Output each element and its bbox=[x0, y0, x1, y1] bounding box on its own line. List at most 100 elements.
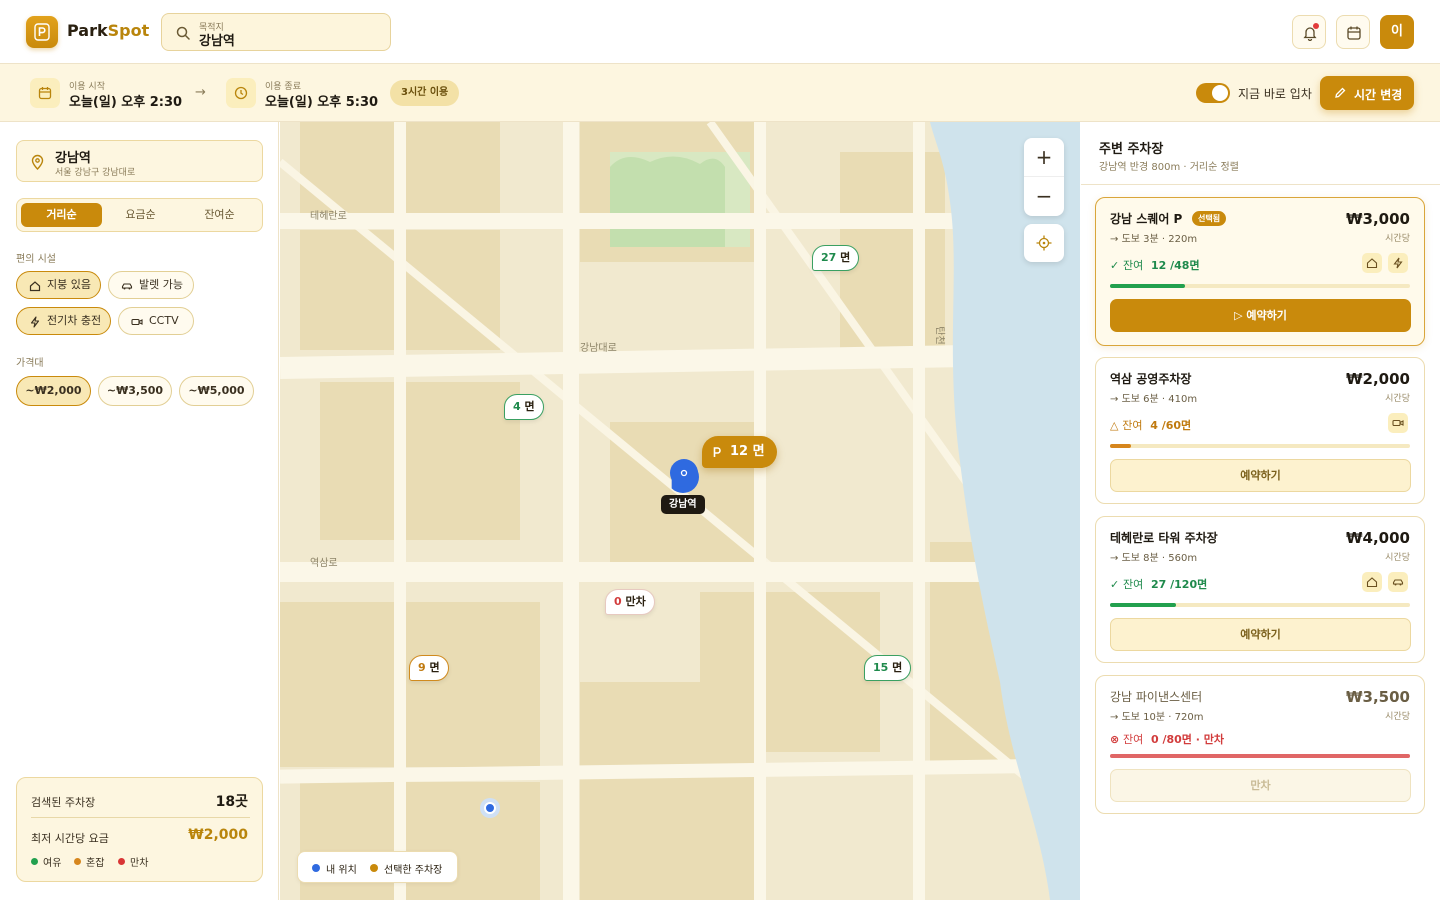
lot-price-unit: 시간당 bbox=[1385, 234, 1410, 244]
reservations-button[interactable] bbox=[1336, 15, 1370, 49]
result-count-label: 검색된 주차장 bbox=[31, 796, 96, 809]
start-time-value[interactable]: 오늘(일) 오후 2:30 bbox=[69, 91, 182, 110]
instant-entry-toggle[interactable] bbox=[1196, 83, 1230, 103]
list-divider bbox=[1081, 184, 1440, 185]
chip-label: 전기차 충전 bbox=[47, 314, 102, 327]
min-price-value: ₩2,000 bbox=[188, 827, 248, 843]
user-avatar[interactable]: 이 bbox=[1380, 15, 1414, 49]
brand-name: ParkSpot bbox=[67, 21, 150, 40]
calendar-icon bbox=[38, 87, 52, 100]
lot-price: ₩3,000 bbox=[1346, 210, 1410, 228]
lot-price: ₩3,500 bbox=[1346, 688, 1410, 706]
zoom-out-button[interactable]: − bbox=[1024, 177, 1064, 215]
occupancy-fill bbox=[1110, 444, 1131, 448]
price-chip-2000[interactable]: ~₩2,000 bbox=[16, 376, 91, 406]
locate-me-button[interactable] bbox=[1024, 224, 1064, 262]
selected-tag: 선택됨 bbox=[1192, 211, 1227, 226]
reserve-button[interactable]: ▷ 예약하기 bbox=[1110, 299, 1411, 332]
sort-availability[interactable]: 잔여순 bbox=[179, 203, 260, 227]
legend-my-dot bbox=[312, 864, 320, 872]
notification-dot bbox=[1313, 23, 1319, 29]
calendar-icon bbox=[1347, 26, 1361, 40]
sort-price[interactable]: 요금순 bbox=[100, 203, 181, 227]
filter-panel: 강남역 서울 강남구 강남대로 거리순 요금순 잔여순 편의 시설 지붕 있음 … bbox=[0, 122, 279, 900]
logo[interactable] bbox=[26, 16, 58, 48]
parking-card[interactable]: 역삼 공영주차장 → 도보 6분 · 410m ₩2,000 시간당 △ 잔여 … bbox=[1095, 357, 1425, 504]
legend-selected-dot bbox=[370, 864, 378, 872]
reserve-button[interactable]: 예약하기 bbox=[1110, 459, 1411, 492]
search-summary: 검색된 주차장 18곳 최저 시간당 요금 ₩2,000 여유 혼잡 만차 bbox=[16, 777, 263, 882]
toggle-knob bbox=[1212, 85, 1228, 101]
list-subtitle: 강남역 반경 800m · 거리순 정렬 bbox=[1099, 162, 1239, 173]
lot-availability: △ 잔여 4 /60면 bbox=[1110, 419, 1192, 432]
sort-segmented: 거리순 요금순 잔여순 bbox=[16, 198, 263, 232]
zoom-controls: + − bbox=[1024, 138, 1064, 216]
occupancy-fill bbox=[1110, 284, 1185, 288]
lot-price: ₩4,000 bbox=[1346, 529, 1410, 547]
map-badge-lot[interactable]: 27 면 bbox=[812, 245, 860, 271]
location-card[interactable]: 강남역 서울 강남구 강남대로 bbox=[16, 140, 263, 182]
search-icon bbox=[176, 26, 190, 40]
app-header: ParkSpot 목적지 이 bbox=[0, 0, 1440, 64]
lot-name: 역삼 공영주차장 bbox=[1110, 372, 1192, 386]
roof-icon bbox=[1366, 577, 1378, 588]
destination-search[interactable]: 목적지 bbox=[161, 13, 391, 51]
location-address: 서울 강남구 강남대로 bbox=[55, 168, 136, 178]
legend-good: 여유 bbox=[43, 858, 62, 869]
map-badge-lot[interactable]: 4 면 bbox=[504, 394, 544, 420]
map-view[interactable]: 테헤란로 강남대로 역삼로 탄천 27 면 4 면 0 만차 9 면 15 면 … bbox=[280, 122, 1080, 900]
reserve-button[interactable]: 예약하기 bbox=[1110, 618, 1411, 651]
price-chip-3500[interactable]: ~₩3,500 bbox=[98, 376, 172, 406]
chip-valet[interactable]: 발렛 가능 bbox=[108, 271, 194, 299]
lot-name: 강남 스퀘어 P bbox=[1110, 212, 1183, 226]
chip-label: 지붕 있음 bbox=[47, 278, 91, 291]
price-range-title: 가격대 bbox=[16, 358, 44, 369]
car-icon bbox=[121, 283, 133, 290]
zoom-in-button[interactable]: + bbox=[1024, 138, 1064, 176]
change-time-button[interactable]: 시간 변경 bbox=[1320, 76, 1414, 110]
road-label-teheran: 테헤란로 bbox=[310, 211, 347, 222]
clock-icon bbox=[234, 86, 248, 100]
legend-my-location: 내 위치 bbox=[326, 865, 357, 876]
facilities-title: 편의 시설 bbox=[16, 254, 56, 265]
map-pin-icon bbox=[31, 154, 44, 170]
lot-price-unit: 시간당 bbox=[1385, 712, 1410, 722]
start-time-icon-box bbox=[30, 78, 60, 108]
sort-distance[interactable]: 거리순 bbox=[21, 203, 102, 227]
destination-pin-icon bbox=[670, 459, 699, 493]
occupancy-bar bbox=[1110, 754, 1410, 758]
destination-label: 강남역 bbox=[661, 495, 705, 514]
selected-lot-marker[interactable]: 12 면 bbox=[702, 436, 777, 468]
parking-p-icon bbox=[34, 23, 50, 41]
parking-card[interactable]: 강남 스퀘어 P 선택됨 → 도보 3분 · 220m ₩3,000 시간당 ✓… bbox=[1095, 197, 1425, 346]
road-label-gangnam: 강남대로 bbox=[580, 343, 617, 354]
end-time-value[interactable]: 오늘(일) 오후 5:30 bbox=[265, 91, 378, 110]
parking-card[interactable]: 테헤란로 타워 주차장 → 도보 8분 · 560m ₩4,000 시간당 ✓ … bbox=[1095, 516, 1425, 663]
price-chip-5000[interactable]: ~₩5,000 bbox=[179, 376, 254, 406]
parking-card[interactable]: 강남 파이낸스센터 → 도보 10분 · 720m ₩3,500 시간당 ⊗ 잔… bbox=[1095, 675, 1425, 814]
search-input[interactable] bbox=[199, 32, 379, 47]
map-badge-lot[interactable]: 9 면 bbox=[409, 655, 449, 681]
arrow-right-icon: → bbox=[195, 85, 206, 100]
map-badge-lot[interactable]: 15 면 bbox=[864, 655, 912, 681]
lot-walk: → 도보 10분 · 720m bbox=[1110, 712, 1204, 723]
occupancy-fill bbox=[1110, 603, 1176, 607]
map-badge-lot[interactable]: 0 만차 bbox=[605, 589, 655, 615]
list-title: 주변 주차장 bbox=[1099, 142, 1164, 157]
my-location-marker bbox=[480, 798, 500, 818]
chip-cctv[interactable]: CCTV bbox=[118, 307, 194, 335]
road-label-yeoksam: 역삼로 bbox=[310, 558, 338, 569]
lot-availability: ✓ 잔여 12 /48면 bbox=[1110, 259, 1200, 272]
lot-feature-roof bbox=[1362, 572, 1382, 592]
occupancy-bar bbox=[1110, 284, 1410, 288]
car-icon bbox=[1392, 579, 1404, 586]
notifications-button[interactable] bbox=[1292, 15, 1326, 49]
full-button[interactable]: 만차 bbox=[1110, 769, 1411, 802]
crosshair-icon bbox=[1036, 235, 1052, 251]
lot-availability: ⊗ 잔여 0 /80면 · 만차 bbox=[1110, 733, 1224, 746]
chip-ev-charging[interactable]: 전기차 충전 bbox=[16, 307, 111, 335]
lot-walk: → 도보 8분 · 560m bbox=[1110, 553, 1198, 564]
parking-p-icon bbox=[713, 447, 721, 457]
chip-roof[interactable]: 지붕 있음 bbox=[16, 271, 101, 299]
bolt-icon bbox=[30, 316, 40, 328]
